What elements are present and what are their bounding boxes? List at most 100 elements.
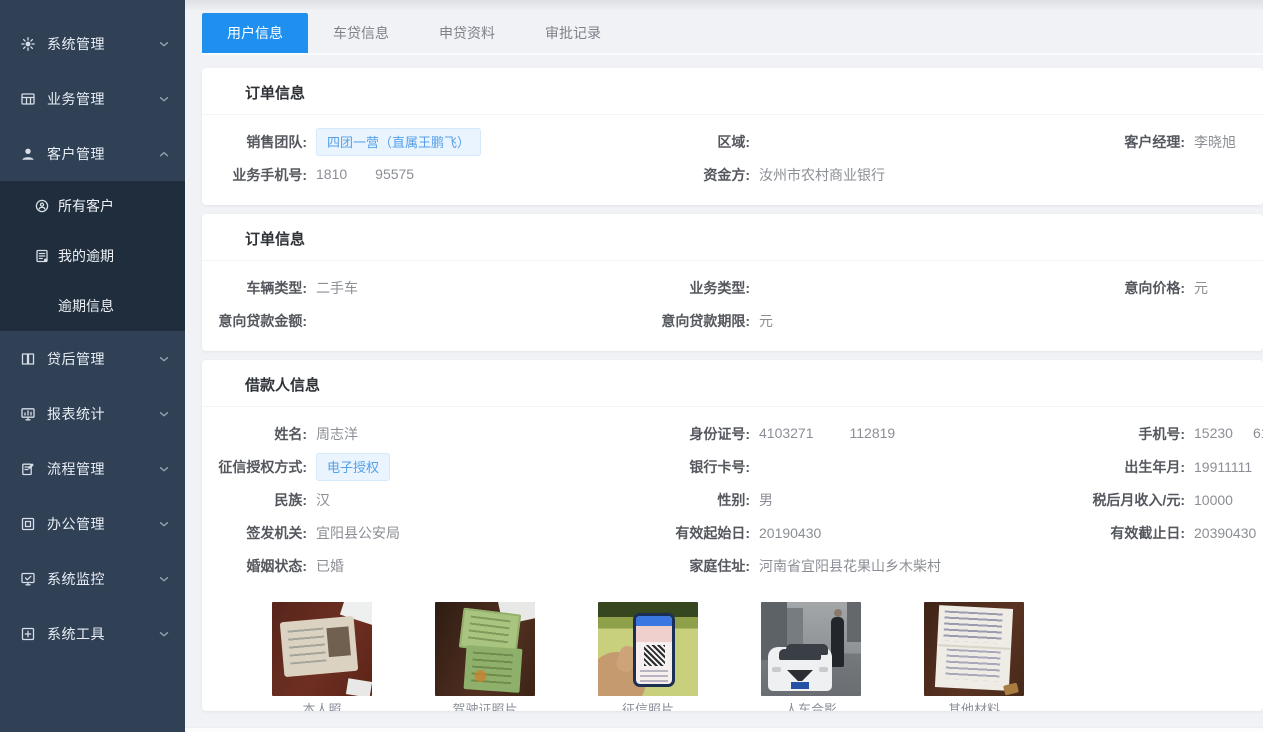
sidebar-item-business-mgmt[interactable]: 业务管理 (0, 71, 185, 126)
card-title: 订单信息 (202, 68, 1263, 115)
photo-caption: 本人照 (272, 702, 372, 711)
sidebar-item-postloan-mgmt[interactable]: 贷后管理 (0, 331, 185, 386)
sidebar-item-process-mgmt[interactable]: 流程管理 (0, 441, 185, 496)
chevron-down-icon (157, 462, 171, 476)
clipboard-edit-icon (20, 461, 36, 477)
license-booklet-photo-thumbnail[interactable] (435, 602, 535, 696)
sidebar-item-office-mgmt[interactable]: 办公管理 (0, 496, 185, 551)
phone-qr-code-photo-thumbnail[interactable] (598, 602, 698, 696)
chevron-down-icon (157, 517, 171, 531)
field-empty (1030, 158, 1263, 191)
card-title: 借款人信息 (202, 360, 1263, 407)
tab-panel-user-info: 订单信息 销售团队: 四团一营（直属王鹏飞） 区域: 客户经理: 李晓旭 (202, 56, 1263, 732)
person-with-car-photo-thumbnail[interactable] (761, 602, 861, 696)
card-title: 订单信息 (202, 214, 1263, 261)
sidebar-item-all-customers[interactable]: 所有客户 (0, 181, 185, 231)
chevron-down-icon (157, 37, 171, 51)
sidebar-item-system-monitor[interactable]: 系统监控 (0, 551, 185, 606)
monitor-chart-icon (20, 406, 36, 422)
photo-caption: 征信照片 (598, 702, 698, 711)
field-home-address: 家庭住址: 河南省宜阳县花果山乡木柴村 (650, 549, 1030, 582)
field-funder: 资金方: 汝州市农村商业银行 (650, 158, 1030, 191)
chevron-down-icon (157, 352, 171, 366)
tab-approval-records[interactable]: 审批记录 (520, 13, 626, 53)
sidebar-item-system-mgmt[interactable]: 系统管理 (0, 16, 185, 71)
detail-tabs: 用户信息 车贷信息 申贷资料 审批记录 (202, 13, 1263, 53)
field-business-type: 业务类型: (650, 271, 1030, 304)
photo-caption: 驾驶证照片 (435, 702, 535, 711)
sidebar-item-report-stats[interactable]: 报表统计 (0, 386, 185, 441)
field-credit-auth-method: 征信授权方式: 电子授权 (202, 450, 650, 483)
field-sales-team: 销售团队: 四团一营（直属王鹏飞） (202, 125, 650, 158)
borrower-photo-list: 本人照 驾驶证照片 征信照片 (272, 602, 1263, 711)
id-card-photo-thumbnail[interactable] (272, 602, 372, 696)
gear-icon (20, 36, 36, 52)
submenu-item-label: 我的逾期 (58, 246, 114, 266)
sidebar-item-system-tools[interactable]: 系统工具 (0, 606, 185, 661)
sidebar-item-overdue-info[interactable]: 逾期信息 (0, 281, 185, 331)
sidebar-item-label: 业务管理 (47, 89, 157, 109)
photo-item: 征信照片 (598, 602, 698, 711)
submenu-item-label: 所有客户 (58, 196, 114, 216)
field-region: 区域: (650, 125, 1030, 158)
horizontal-scrollbar-track[interactable] (185, 727, 1263, 732)
field-mobile-phone: 手机号: 152306137 (1030, 417, 1263, 450)
field-intent-loan-term: 意向贷款期限: 元 (650, 304, 1030, 337)
field-birth-date: 出生年月: 19911111 (1030, 450, 1263, 483)
field-name: 姓名: 周志洋 (202, 417, 650, 450)
field-intent-loan-amount: 意向贷款金额: (202, 304, 650, 337)
photo-caption: 人车合影 (761, 702, 861, 711)
redaction-block (814, 427, 850, 442)
tab-loan-application-docs[interactable]: 申贷资料 (414, 13, 520, 53)
tabbar-underline (202, 53, 1263, 55)
borrower-info-card: 借款人信息 姓名: 周志洋 身份证号: 4103271112819 手机号: 1… (202, 360, 1263, 711)
customer-mgmt-submenu: 所有客户 我的逾期 逾期信息 (0, 181, 185, 331)
sidebar-item-label: 办公管理 (47, 514, 157, 534)
order-info-card-1: 订单信息 销售团队: 四团一营（直属王鹏飞） 区域: 客户经理: 李晓旭 (202, 68, 1263, 205)
chevron-up-icon (157, 147, 171, 161)
main-content: 用户信息 车贷信息 申贷资料 审批记录 订单信息 销售团队: 四团一营（直属王鹏… (185, 0, 1263, 732)
submenu-item-label: 逾期信息 (58, 296, 114, 316)
credit-auth-tag: 电子授权 (316, 453, 390, 481)
redaction-block (347, 168, 375, 183)
table-icon (20, 91, 36, 107)
square-icon (20, 516, 36, 532)
sidebar-menu: 系统管理 业务管理 客户管理 (0, 0, 185, 661)
app-window: 系统管理 业务管理 客户管理 (0, 0, 1263, 732)
field-vehicle-type: 车辆类型: 二手车 (202, 271, 650, 304)
photo-item: 其他材料 (924, 602, 1024, 711)
field-marital-status: 婚姻状态: 已婚 (202, 549, 650, 582)
photo-item: 人车合影 (761, 602, 861, 711)
field-intent-price: 意向价格: 元 (1030, 271, 1263, 304)
field-valid-to: 有效截止日: 20390430 (1030, 516, 1263, 549)
sidebar-item-label: 流程管理 (47, 459, 157, 479)
tab-user-info[interactable]: 用户信息 (202, 13, 308, 53)
sidebar: 系统管理 业务管理 客户管理 (0, 0, 185, 732)
field-customer-manager: 客户经理: 李晓旭 (1030, 125, 1263, 158)
field-gender: 性别: 男 (650, 483, 1030, 516)
sidebar-item-label: 贷后管理 (47, 349, 157, 369)
sidebar-item-label: 客户管理 (47, 144, 157, 164)
field-bank-card: 银行卡号: (650, 450, 1030, 483)
photo-caption: 其他材料 (924, 702, 1024, 711)
sidebar-item-customer-mgmt[interactable]: 客户管理 (0, 126, 185, 181)
top-strip (185, 0, 1263, 10)
chevron-down-icon (157, 572, 171, 586)
chevron-down-icon (157, 92, 171, 106)
field-ethnicity: 民族: 汉 (202, 483, 650, 516)
chevron-down-icon (157, 407, 171, 421)
tab-car-loan-info[interactable]: 车贷信息 (308, 13, 414, 53)
field-business-phone: 业务手机号: 181095575 (202, 158, 650, 191)
chevron-down-icon (157, 627, 171, 641)
sidebar-item-label: 报表统计 (47, 404, 157, 424)
sales-team-tag: 四团一营（直属王鹏飞） (316, 128, 481, 156)
columns-icon (20, 351, 36, 367)
field-monthly-income: 税后月收入/元: 10000 (1030, 483, 1263, 516)
field-empty (1030, 304, 1263, 337)
photo-item: 本人照 (272, 602, 372, 711)
sidebar-item-label: 系统工具 (47, 624, 157, 644)
borrower-info-fields: 姓名: 周志洋 身份证号: 4103271112819 手机号: 1523061… (202, 407, 1263, 582)
handwritten-document-photo-thumbnail[interactable] (924, 602, 1024, 696)
order-info-card-2: 订单信息 车辆类型: 二手车 业务类型: 意向价格: 元 (202, 214, 1263, 351)
sidebar-item-my-overdue[interactable]: 我的逾期 (0, 231, 185, 281)
